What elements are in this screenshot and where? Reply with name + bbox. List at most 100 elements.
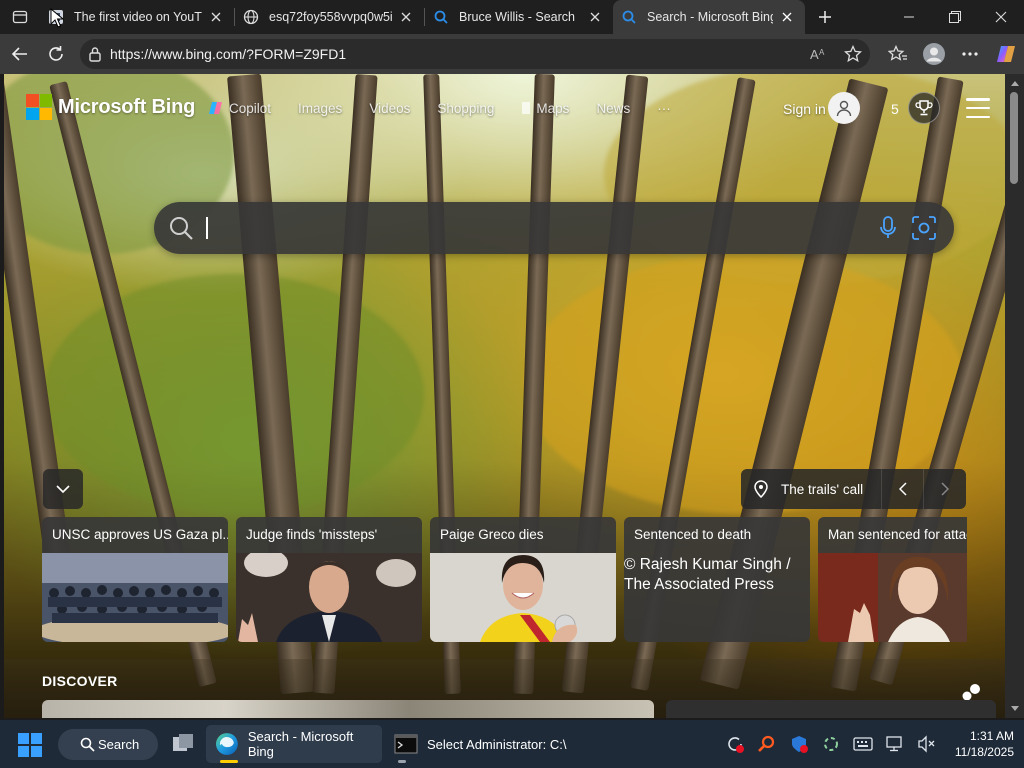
search-tool-icon[interactable] <box>754 731 780 757</box>
news-card-title: Paige Greco dies <box>440 527 544 542</box>
volume-muted-icon[interactable] <box>914 731 940 757</box>
next-image-button[interactable] <box>923 469 965 509</box>
news-card[interactable]: Paige Greco dies <box>430 517 616 642</box>
task-view-button[interactable] <box>166 725 200 763</box>
microsoft-bing-logo[interactable]: Microsoft Bing <box>26 94 195 120</box>
close-tab-icon[interactable] <box>777 7 797 27</box>
scroll-up-arrow-icon[interactable] <box>1005 76 1024 90</box>
nav-shopping[interactable]: Shopping <box>437 101 494 116</box>
clock-date: 11/18/2025 <box>954 745 1014 759</box>
nav-copilot[interactable]: Copilot <box>208 100 271 116</box>
search-icon[interactable] <box>154 215 208 241</box>
task-view-icon <box>173 734 193 751</box>
menu-line <box>966 106 990 110</box>
tab-actions-icon <box>12 10 28 24</box>
refresh-button[interactable] <box>38 36 74 72</box>
nav-videos[interactable]: Videos <box>369 101 410 116</box>
nav-more[interactable]: ··· <box>657 101 671 116</box>
bing-header: Microsoft Bing Copilot Images Videos Sho… <box>4 74 1005 142</box>
discover-card[interactable] <box>666 700 996 718</box>
foliage <box>44 274 424 514</box>
nav-label: Videos <box>369 100 411 116</box>
profile-button[interactable] <box>916 36 952 72</box>
lock-icon[interactable] <box>80 46 110 62</box>
tab-search-microsoft-bing[interactable]: Search - Microsoft Bing <box>613 0 805 34</box>
read-aloud-button[interactable]: AA <box>802 39 836 69</box>
close-tab-icon[interactable] <box>396 7 416 27</box>
menu-line <box>966 115 990 118</box>
page-scrollbar[interactable] <box>1005 74 1024 718</box>
rewards-button[interactable] <box>908 92 940 124</box>
bing-search-icon <box>433 9 449 25</box>
nav-label: ··· <box>657 100 671 116</box>
previous-image-button[interactable] <box>881 469 923 509</box>
camera-search-icon <box>912 216 936 240</box>
hamburger-menu-button[interactable] <box>966 98 990 118</box>
favorites-button[interactable] <box>880 36 916 72</box>
news-card-title: Man sentenced for attac <box>828 527 967 542</box>
scroll-down-arrow-icon[interactable] <box>1005 702 1024 716</box>
close-tab-icon[interactable] <box>206 7 226 27</box>
image-caption-link[interactable]: The trails' call <box>781 482 881 497</box>
collapse-feed-button[interactable] <box>43 469 83 509</box>
search-input[interactable] <box>208 208 870 248</box>
tab-actions-button[interactable] <box>0 0 40 34</box>
plus-icon <box>819 11 831 23</box>
taskbar-app-label: Search - Microsoft Bing <box>247 729 354 759</box>
address-bar[interactable]: https://www.bing.com/?FORM=Z9FD1 AA <box>80 39 870 69</box>
tab-bruce-willis-search[interactable]: Bruce Willis - Search <box>425 0 613 34</box>
taskbar-search-button[interactable]: Search <box>58 729 158 760</box>
search-icon <box>80 737 95 752</box>
loading-spinner-icon[interactable] <box>818 731 844 757</box>
restore-icon <box>949 11 961 23</box>
tab-youtube-video[interactable]: The first video on YouTub <box>40 0 234 34</box>
user-avatar[interactable] <box>828 92 860 124</box>
rewards-points: 5 <box>891 101 899 117</box>
news-card[interactable]: Man sentenced for attac <box>818 517 967 642</box>
minimize-icon <box>904 16 914 18</box>
nav-images[interactable]: Images <box>298 101 342 116</box>
taskbar-app-terminal[interactable]: Select Administrator: C:\ <box>388 725 568 763</box>
visual-search-button[interactable] <box>906 215 942 241</box>
search-box <box>154 202 954 254</box>
url-text[interactable]: https://www.bing.com/?FORM=Z9FD1 <box>110 46 802 62</box>
back-button[interactable] <box>2 36 38 72</box>
discover-card-image[interactable] <box>42 700 654 718</box>
voice-search-button[interactable] <box>870 216 906 240</box>
sign-in-link[interactable]: Sign in <box>783 101 826 117</box>
news-card[interactable]: Judge finds 'missteps' <box>236 517 422 642</box>
start-button[interactable] <box>14 729 46 761</box>
chevron-right-icon <box>940 482 949 496</box>
tab-esq72[interactable]: esq72foy558vvpq0w5il6 <box>235 0 424 34</box>
nav-maps[interactable]: Maps <box>521 101 569 116</box>
system-tray-status <box>850 731 946 757</box>
news-card[interactable]: UNSC approves US Gaza pl... <box>42 517 228 642</box>
restore-button[interactable] <box>932 0 978 34</box>
security-shield-icon[interactable] <box>786 731 812 757</box>
close-tab-icon[interactable] <box>585 7 605 27</box>
copilot-button[interactable] <box>988 36 1024 72</box>
copilot-icon <box>997 46 1015 62</box>
news-card-image <box>818 553 967 642</box>
globe-icon <box>243 9 259 25</box>
favorite-button[interactable] <box>836 39 870 69</box>
close-window-button[interactable] <box>978 0 1024 34</box>
new-tab-button[interactable] <box>807 0 843 34</box>
bing-nav: Copilot Images Videos Shopping Maps News… <box>208 100 698 116</box>
keyboard-icon[interactable] <box>850 731 876 757</box>
news-card[interactable]: Sentenced to death © Rajesh Kumar Singh … <box>624 517 810 642</box>
minimize-button[interactable] <box>886 0 932 34</box>
scrollbar-thumb[interactable] <box>1010 92 1018 184</box>
network-icon[interactable] <box>882 731 908 757</box>
bing-search-icon <box>621 9 637 25</box>
settings-more-button[interactable] <box>952 36 988 72</box>
nav-news[interactable]: News <box>596 101 630 116</box>
mouse-pointer-icon <box>50 8 64 28</box>
windows-taskbar: Search Search - Microsoft Bing Select Ad… <box>0 720 1024 768</box>
system-clock[interactable]: 1:31 AM 11/18/2025 <box>944 728 1014 760</box>
back-arrow-icon <box>11 47 27 61</box>
taskbar-app-edge[interactable]: Search - Microsoft Bing <box>206 725 382 763</box>
trophy-icon <box>915 100 933 116</box>
terminal-icon <box>394 734 418 754</box>
sync-alert-icon[interactable] <box>722 731 748 757</box>
